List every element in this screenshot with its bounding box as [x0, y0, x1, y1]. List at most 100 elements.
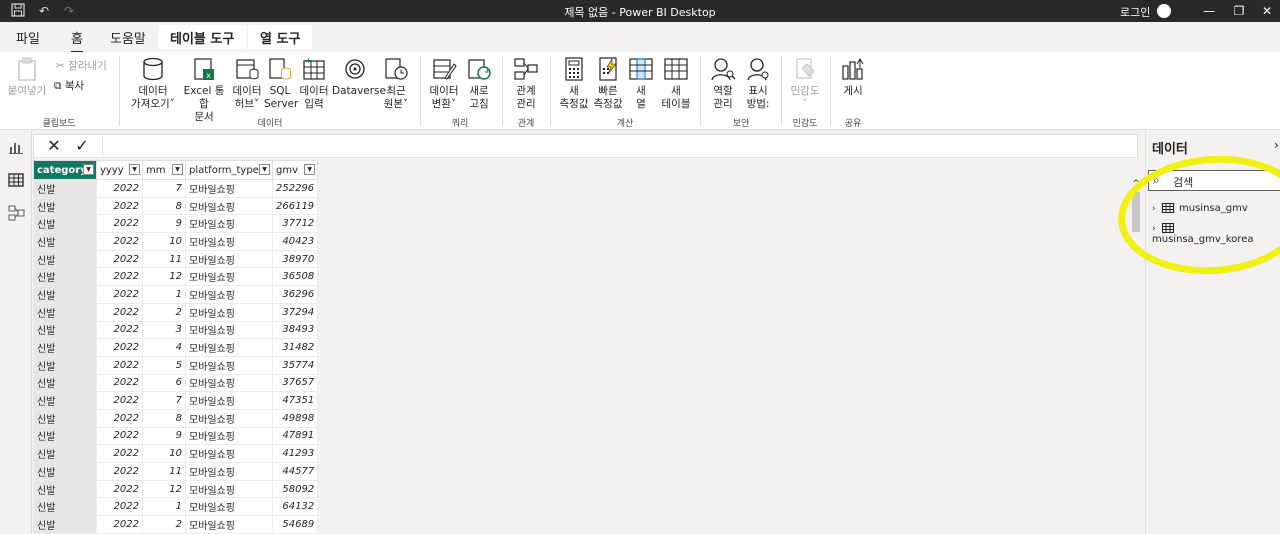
table-cell-yyyy[interactable]: 2022: [96, 479, 143, 499]
filter-dropdown-icon[interactable]: ▼: [259, 164, 270, 175]
table-cell-mm[interactable]: 1: [142, 285, 186, 304]
recent-sources-button[interactable]: 최근 원본˅: [379, 56, 413, 111]
paste-button[interactable]: 붙여넣기: [6, 56, 48, 98]
tab-file[interactable]: 파일: [16, 28, 40, 47]
table-cell-gmv[interactable]: 37657: [271, 373, 319, 393]
table-row[interactable]: 신발 2022 11 모바일쇼핑 44577: [33, 462, 319, 481]
table-row[interactable]: 신발 2022 9 모바일쇼핑 47891: [33, 426, 319, 446]
collapse-pane-icon[interactable]: ›: [1274, 138, 1279, 152]
table-cell-platform-type[interactable]: 모바일쇼핑: [185, 462, 273, 481]
filter-dropdown-icon[interactable]: ▼: [172, 164, 183, 175]
table-cell-yyyy[interactable]: 2022: [96, 249, 143, 269]
table-cell-yyyy[interactable]: 2022: [96, 232, 143, 251]
dataverse-button[interactable]: Dataverse: [332, 56, 386, 98]
table-cell-category[interactable]: 신발: [33, 302, 97, 322]
table-cell-platform-type[interactable]: 모바일쇼핑: [185, 232, 273, 251]
table-cell-yyyy[interactable]: 2022: [96, 497, 143, 517]
table-cell-gmv[interactable]: 36296: [271, 285, 319, 304]
table-cell-platform-type[interactable]: 모바일쇼핑: [185, 196, 273, 216]
table-row[interactable]: 신발 2022 1 모바일쇼핑 64132: [33, 497, 319, 517]
table-cell-platform-type[interactable]: 모바일쇼핑: [185, 497, 273, 517]
table-cell-platform-type[interactable]: 모바일쇼핑: [185, 444, 273, 463]
column-header-mm[interactable]: mm ▼: [142, 160, 186, 180]
column-header-category[interactable]: category ▼: [33, 160, 97, 180]
table-cell-yyyy[interactable]: 2022: [96, 285, 143, 304]
login-link[interactable]: 로그인: [1120, 4, 1150, 20]
table-cell-gmv[interactable]: 41293: [271, 444, 319, 463]
column-header-yyyy[interactable]: yyyy ▼: [96, 160, 143, 180]
table-cell-category[interactable]: 신발: [33, 497, 97, 517]
table-cell-category[interactable]: 신발: [33, 249, 97, 269]
new-table-button[interactable]: 새 테이블: [658, 56, 694, 111]
tab-table-tools[interactable]: 테이블 도구: [158, 25, 247, 49]
table-cell-platform-type[interactable]: 모바일쇼핑: [185, 391, 273, 410]
table-cell-platform-type[interactable]: 모바일쇼핑: [185, 285, 273, 304]
commit-formula-icon[interactable]: ✓: [72, 137, 92, 155]
table-cell-category[interactable]: 신발: [33, 338, 97, 357]
table-cell-category[interactable]: 신발: [33, 479, 97, 499]
table-cell-yyyy[interactable]: 2022: [96, 320, 143, 340]
table-cell-mm[interactable]: 8: [142, 408, 186, 428]
table-cell-yyyy[interactable]: 2022: [96, 462, 143, 481]
table-cell-gmv[interactable]: 37294: [271, 302, 319, 322]
get-data-button[interactable]: 데이터 가져오기˅: [125, 56, 181, 111]
table-cell-gmv[interactable]: 31482: [271, 338, 319, 357]
table-cell-mm[interactable]: 7: [142, 179, 186, 198]
table-row[interactable]: 신발 2022 8 모바일쇼핑 266119: [33, 196, 319, 216]
manage-relationships-button[interactable]: 관계 관리: [508, 56, 544, 111]
table-cell-gmv[interactable]: 47351: [271, 391, 319, 410]
table-cell-platform-type[interactable]: 모바일쇼핑: [185, 179, 273, 198]
table-cell-category[interactable]: 신발: [33, 462, 97, 481]
table-row[interactable]: 신발 2022 12 모바일쇼핑 36508: [33, 267, 319, 287]
table-cell-platform-type[interactable]: 모바일쇼핑: [185, 515, 273, 534]
column-header-platform-type[interactable]: platform_type ▼: [185, 160, 273, 180]
manage-roles-button[interactable]: 역할 관리: [706, 56, 740, 111]
table-cell-platform-type[interactable]: 모바일쇼핑: [185, 479, 273, 499]
table-cell-mm[interactable]: 1: [142, 497, 186, 517]
table-cell-mm[interactable]: 9: [142, 214, 186, 234]
tab-column-tools[interactable]: 열 도구: [248, 25, 313, 49]
filter-dropdown-icon[interactable]: ▼: [304, 164, 316, 175]
table-cell-category[interactable]: 신발: [33, 355, 97, 375]
data-view-icon[interactable]: [7, 171, 25, 189]
table-cell-category[interactable]: 신발: [33, 426, 97, 446]
table-cell-category[interactable]: 신발: [33, 373, 97, 393]
filter-dropdown-icon[interactable]: ▼: [129, 164, 140, 175]
table-cell-platform-type[interactable]: 모바일쇼핑: [185, 320, 273, 340]
new-column-button[interactable]: 새 열: [627, 56, 655, 111]
restore-icon[interactable]: ❐: [1230, 2, 1248, 20]
view-as-button[interactable]: 표시 방법:: [741, 56, 775, 111]
excel-workbook-button[interactable]: x Excel 통합 문서: [179, 56, 229, 124]
table-cell-mm[interactable]: 4: [142, 338, 186, 357]
table-cell-mm[interactable]: 6: [142, 373, 186, 393]
table-cell-mm[interactable]: 7: [142, 391, 186, 410]
filter-dropdown-icon[interactable]: ▼: [83, 164, 94, 175]
copy-button[interactable]: ⧉ 복사: [54, 78, 84, 93]
close-icon[interactable]: ✕: [1258, 2, 1276, 20]
table-cell-yyyy[interactable]: 2022: [96, 302, 143, 322]
cancel-formula-icon[interactable]: ✕: [44, 137, 64, 155]
formula-bar[interactable]: ✕ ✓: [33, 134, 1138, 158]
table-row[interactable]: 신발 2022 11 모바일쇼핑 38970: [33, 249, 319, 269]
table-cell-gmv[interactable]: 64132: [271, 497, 319, 517]
table-cell-mm[interactable]: 5: [142, 355, 186, 375]
table-cell-gmv[interactable]: 35774: [271, 355, 319, 375]
table-cell-gmv[interactable]: 40423: [271, 232, 319, 251]
table-cell-yyyy[interactable]: 2022: [96, 373, 143, 393]
table-cell-category[interactable]: 신발: [33, 285, 97, 304]
model-view-icon[interactable]: [7, 204, 25, 222]
table-cell-gmv[interactable]: 44577: [271, 462, 319, 481]
table-cell-platform-type[interactable]: 모바일쇼핑: [185, 214, 273, 234]
table-cell-platform-type[interactable]: 모바일쇼핑: [185, 338, 273, 357]
table-cell-gmv[interactable]: 37712: [271, 214, 319, 234]
table-cell-platform-type[interactable]: 모바일쇼핑: [185, 249, 273, 269]
table-cell-mm[interactable]: 2: [142, 302, 186, 322]
table-row[interactable]: 신발 2022 7 모바일쇼핑 47351: [33, 391, 319, 410]
table-cell-platform-type[interactable]: 모바일쇼핑: [185, 267, 273, 287]
table-cell-yyyy[interactable]: 2022: [96, 355, 143, 375]
table-cell-category[interactable]: 신발: [33, 196, 97, 216]
refresh-button[interactable]: 새로 고침: [463, 56, 495, 111]
table-cell-platform-type[interactable]: 모바일쇼핑: [185, 373, 273, 393]
enter-data-button[interactable]: + 데이터 입력: [296, 56, 332, 111]
table-cell-yyyy[interactable]: 2022: [96, 444, 143, 463]
